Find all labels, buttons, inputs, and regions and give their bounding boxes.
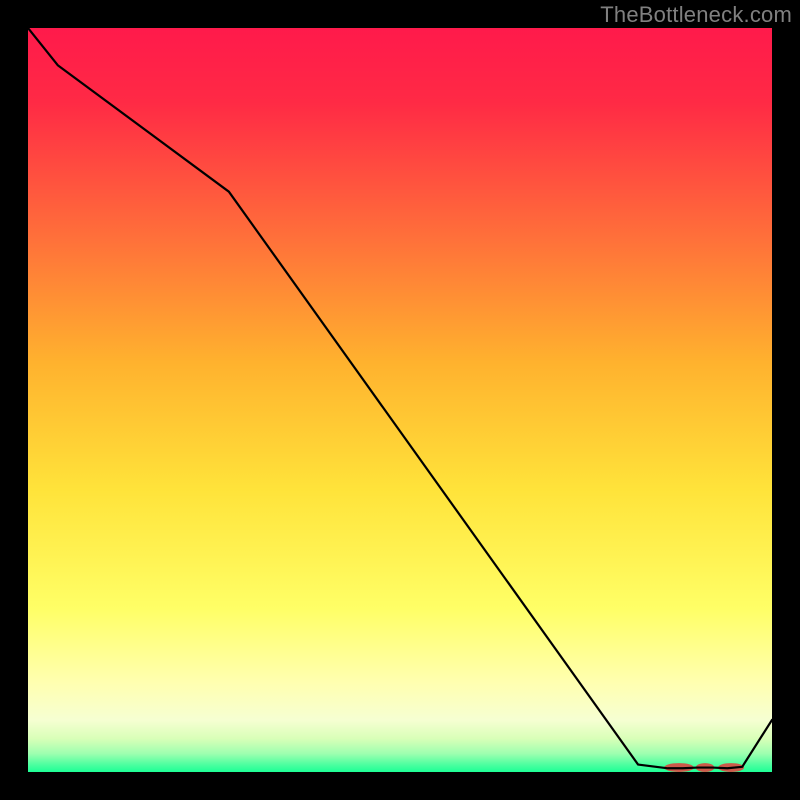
chart-svg: [28, 28, 772, 772]
data-marker: [696, 763, 715, 772]
data-marker: [664, 763, 694, 772]
plot-area: [28, 28, 772, 772]
data-marker: [718, 763, 744, 772]
data-curve: [28, 28, 772, 768]
attribution-text: TheBottleneck.com: [600, 2, 792, 28]
markers-layer: [664, 763, 744, 772]
gradient-background: [28, 28, 772, 772]
chart-frame: { "attribution": "TheBottleneck.com", "c…: [0, 0, 800, 800]
